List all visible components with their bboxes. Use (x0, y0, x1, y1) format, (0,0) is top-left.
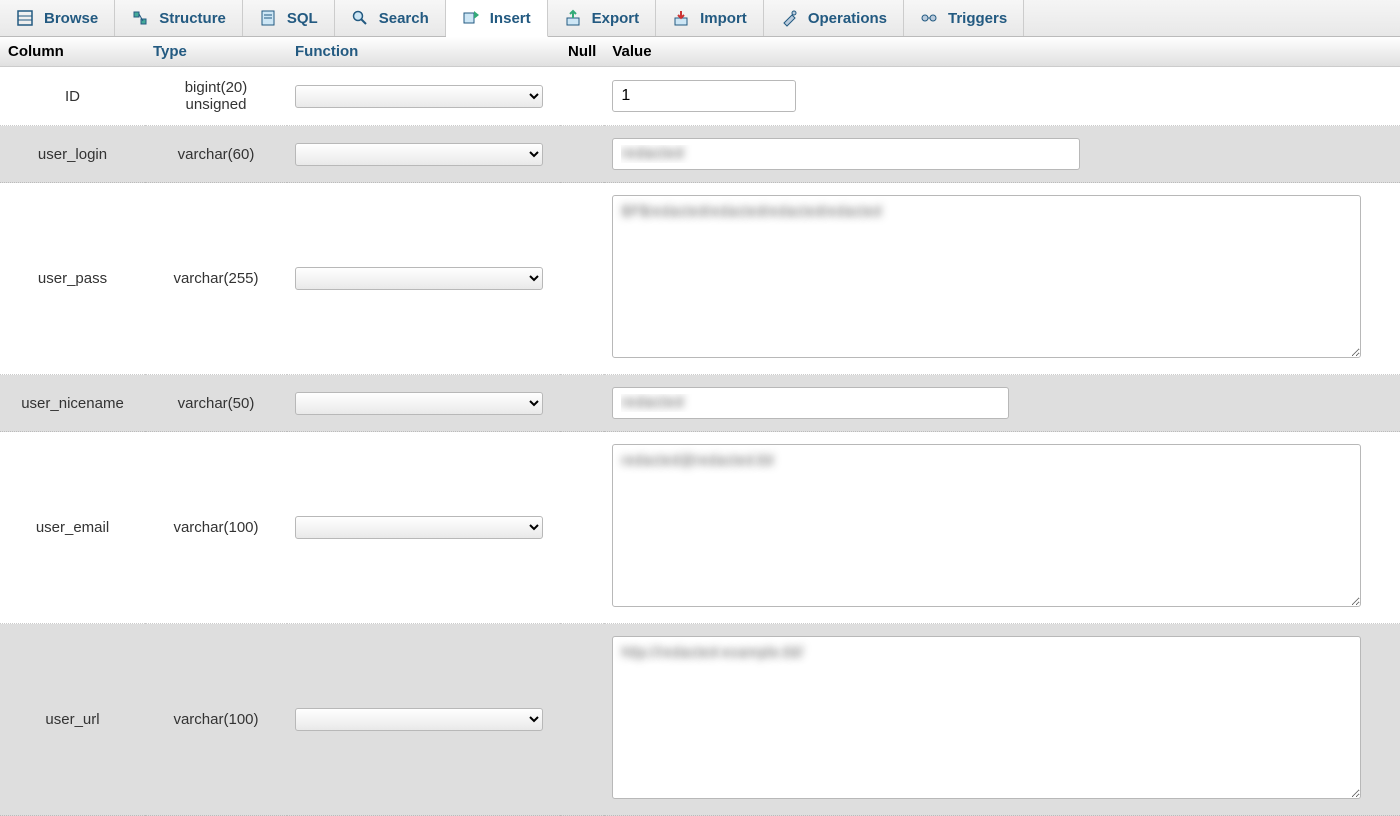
function-cell (287, 67, 560, 126)
column-name: user_nicename (0, 375, 145, 432)
column-type: bigint(20) unsigned (145, 67, 287, 126)
table-row: user_urlvarchar(100) (0, 624, 1400, 816)
search-icon (351, 9, 369, 27)
null-cell (560, 624, 604, 816)
value-cell (604, 126, 1400, 183)
value-cell (604, 183, 1400, 375)
header-type[interactable]: Type (145, 37, 287, 67)
column-name: ID (0, 67, 145, 126)
value-input[interactable] (612, 636, 1361, 799)
function-cell (287, 183, 560, 375)
insert-icon (462, 9, 480, 27)
tab-label: Export (592, 10, 640, 27)
null-cell (560, 432, 604, 624)
tab-export[interactable]: Export (548, 0, 657, 36)
tab-structure[interactable]: Structure (115, 0, 243, 36)
tab-bar: Browse Structure SQL Search Insert Expor… (0, 0, 1400, 37)
value-cell (604, 624, 1400, 816)
column-type: varchar(60) (145, 126, 287, 183)
tab-label: Search (379, 10, 429, 27)
tab-label: Structure (159, 10, 226, 27)
column-type: varchar(100) (145, 624, 287, 816)
tab-search[interactable]: Search (335, 0, 446, 36)
function-cell (287, 432, 560, 624)
column-type: varchar(100) (145, 432, 287, 624)
tab-import[interactable]: Import (656, 0, 764, 36)
tab-label: Triggers (948, 10, 1007, 27)
tab-label: Insert (490, 10, 531, 27)
structure-icon (131, 9, 149, 27)
table-row: IDbigint(20) unsigned (0, 67, 1400, 126)
import-icon (672, 9, 690, 27)
export-icon (564, 9, 582, 27)
table-row: user_passvarchar(255) (0, 183, 1400, 375)
function-select[interactable] (295, 85, 543, 108)
tab-label: Import (700, 10, 747, 27)
function-select[interactable] (295, 392, 543, 415)
table-row: user_loginvarchar(60) (0, 126, 1400, 183)
null-cell (560, 183, 604, 375)
sql-icon (259, 9, 277, 27)
value-input[interactable] (612, 195, 1361, 358)
function-cell (287, 624, 560, 816)
tab-operations[interactable]: Operations (764, 0, 904, 36)
tab-label: SQL (287, 10, 318, 27)
table-row: user_emailvarchar(100) (0, 432, 1400, 624)
function-cell (287, 375, 560, 432)
tab-sql[interactable]: SQL (243, 0, 335, 36)
tab-browse[interactable]: Browse (0, 0, 115, 36)
header-value: Value (604, 37, 1400, 67)
function-select[interactable] (295, 143, 543, 166)
tab-insert[interactable]: Insert (446, 0, 548, 37)
column-name: user_login (0, 126, 145, 183)
column-type: varchar(255) (145, 183, 287, 375)
column-name: user_pass (0, 183, 145, 375)
null-cell (560, 67, 604, 126)
value-cell (604, 375, 1400, 432)
column-type: varchar(50) (145, 375, 287, 432)
function-select[interactable] (295, 516, 543, 539)
header-column: Column (0, 37, 145, 67)
null-cell (560, 375, 604, 432)
value-cell (604, 67, 1400, 126)
header-null: Null (560, 37, 604, 67)
tab-triggers[interactable]: Triggers (904, 0, 1024, 36)
function-select[interactable] (295, 267, 543, 290)
column-name: user_email (0, 432, 145, 624)
header-function[interactable]: Function (287, 37, 560, 67)
insert-form-table: Column Type Function Null Value IDbigint… (0, 37, 1400, 816)
column-name: user_url (0, 624, 145, 816)
value-input[interactable] (612, 138, 1080, 170)
null-cell (560, 126, 604, 183)
triggers-icon (920, 9, 938, 27)
value-input[interactable] (612, 80, 796, 112)
tab-label: Browse (44, 10, 98, 27)
value-cell (604, 432, 1400, 624)
tab-label: Operations (808, 10, 887, 27)
value-input[interactable] (612, 387, 1009, 419)
value-input[interactable] (612, 444, 1361, 607)
browse-icon (16, 9, 34, 27)
table-row: user_nicenamevarchar(50) (0, 375, 1400, 432)
function-cell (287, 126, 560, 183)
operations-icon (780, 9, 798, 27)
function-select[interactable] (295, 708, 543, 731)
